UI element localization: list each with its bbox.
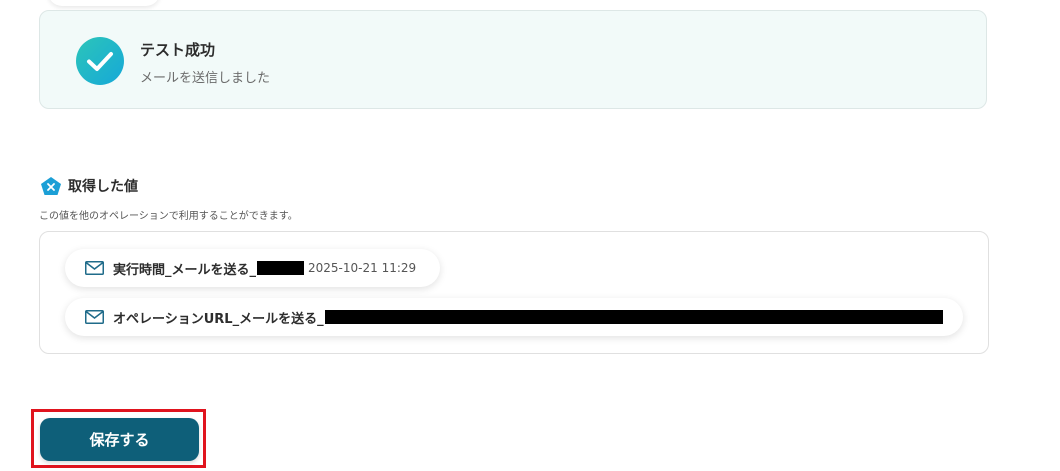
value-label: 実行時間_メールを送る_ [113, 262, 257, 278]
acquired-values-list: 実行時間_メールを送る_ 2025-10-21 11:29 オペレーションURL… [39, 231, 989, 354]
value-item-operation-url[interactable]: オペレーションURL_メールを送る_ [65, 298, 963, 336]
top-partial-element [48, 0, 160, 6]
mail-icon [85, 261, 104, 275]
redacted-block [324, 310, 943, 324]
success-subtitle: メールを送信しました [140, 71, 271, 86]
value-item-execution-time[interactable]: 実行時間_メールを送る_ 2025-10-21 11:29 [65, 249, 440, 287]
acquired-values-header: 取得した値 [40, 176, 138, 196]
page: テスト成功 メールを送信しました 取得した値 この値を他のオペレーションで利用す… [0, 0, 1060, 471]
acquired-values-title: 取得した値 [68, 179, 138, 195]
check-circle-icon [76, 37, 124, 85]
acquired-values-description: この値を他のオペレーションで利用することができます。 [39, 211, 298, 222]
value-text: 2025-10-21 11:29 [308, 261, 417, 275]
save-button[interactable]: 保存する [40, 418, 199, 461]
redacted-block [257, 261, 305, 275]
value-label: オペレーションURL_メールを送る_ [113, 311, 324, 327]
test-success-card: テスト成功 メールを送信しました [39, 10, 987, 109]
success-title: テスト成功 [140, 41, 216, 59]
pentagon-x-icon [41, 177, 61, 195]
mail-icon [85, 310, 104, 324]
